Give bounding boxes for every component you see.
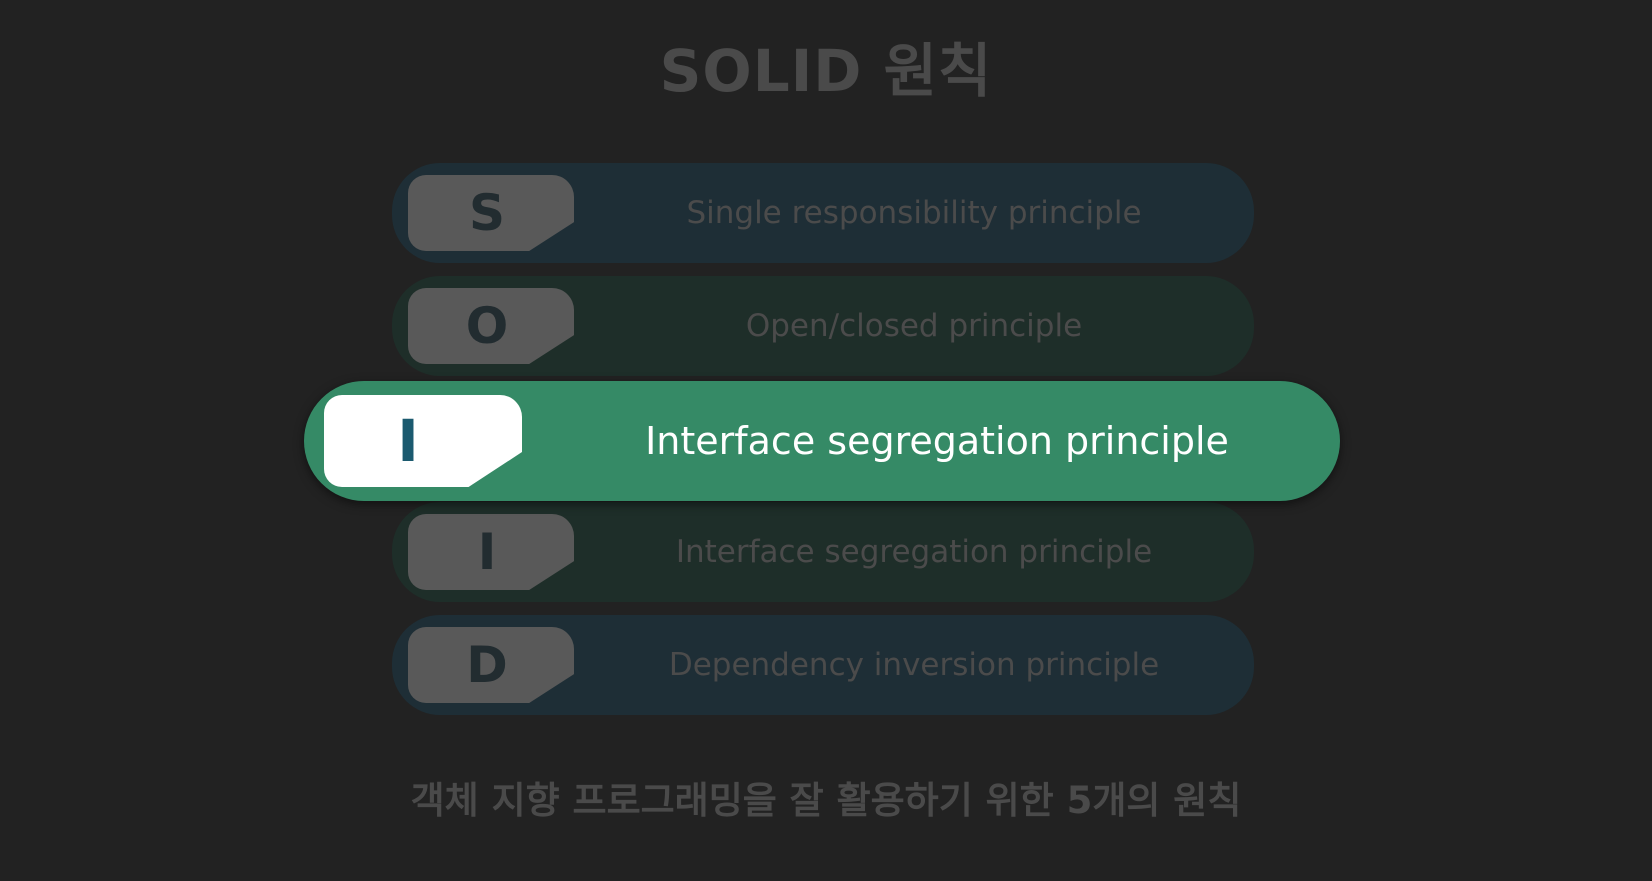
slide-subtitle: 객체 지향 프로그래밍을 잘 활용하기 위한 5개의 원칙 xyxy=(410,779,1242,822)
principle-letter-i-dim: I xyxy=(408,514,574,590)
principle-letter-s: S xyxy=(408,175,574,251)
principle-row-i-highlighted: I Interface segregation principle xyxy=(304,381,1340,501)
slide-title: SOLID 원칙 xyxy=(659,37,993,105)
principle-letter-i-highlighted: I xyxy=(324,395,522,487)
principle-row-i-dim: I Interface segregation principle xyxy=(392,502,1254,602)
principle-label-i-highlighted: Interface segregation principle xyxy=(645,419,1229,463)
principle-row-o: O Open/closed principle xyxy=(392,276,1254,376)
principle-letter-d: D xyxy=(408,627,574,703)
principle-row-d: D Dependency inversion principle xyxy=(392,615,1254,715)
principle-row-s: S Single responsibility principle xyxy=(392,163,1254,263)
principle-label-s: Single responsibility principle xyxy=(686,195,1142,231)
principle-letter-o: O xyxy=(408,288,574,364)
principle-label-i-dim: Interface segregation principle xyxy=(675,534,1153,570)
principle-label-d: Dependency inversion principle xyxy=(668,647,1160,683)
principle-label-o: Open/closed principle xyxy=(745,308,1083,344)
